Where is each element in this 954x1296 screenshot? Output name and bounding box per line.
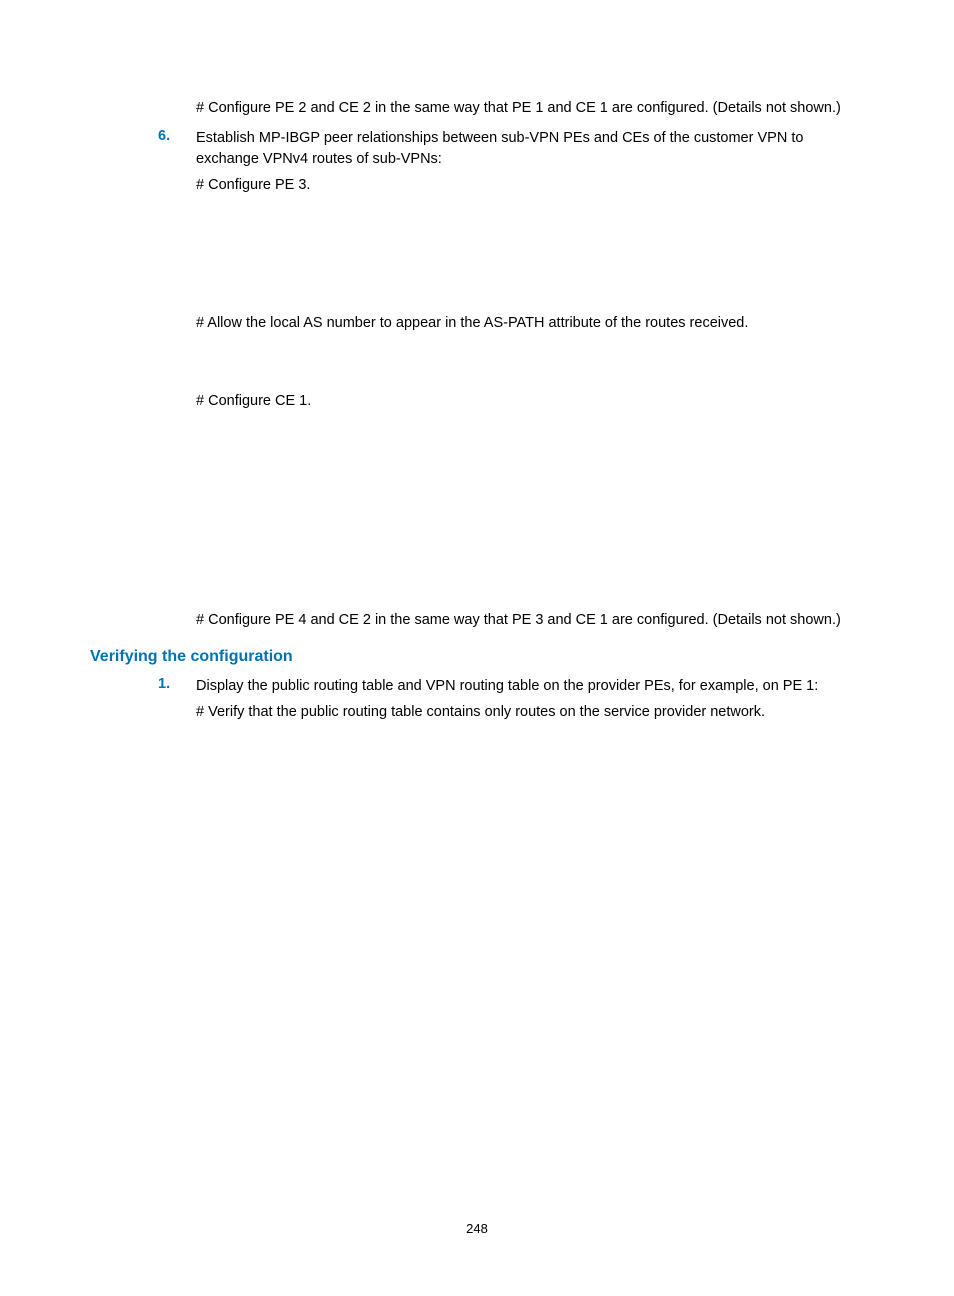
step-line: # Verify that the public routing table c…	[196, 702, 864, 722]
verify-step-1: 1. Display the public routing table and …	[90, 676, 864, 723]
page-number: 248	[0, 1221, 954, 1236]
spacer	[90, 333, 864, 391]
spacer	[90, 195, 864, 313]
paragraph: # Configure PE 2 and CE 2 in the same wa…	[196, 98, 864, 118]
step-line: # Configure PE 3.	[196, 175, 864, 195]
section-heading: Verifying the configuration	[90, 648, 864, 666]
step-intro: Establish MP-IBGP peer relationships bet…	[196, 128, 864, 169]
page-content: # Configure PE 2 and CE 2 in the same wa…	[0, 0, 954, 723]
step-intro: Display the public routing table and VPN…	[196, 676, 864, 696]
step-6: 6. Establish MP-IBGP peer relationships …	[90, 128, 864, 630]
step-line: # Configure PE 4 and CE 2 in the same wa…	[196, 610, 864, 630]
step-line: # Configure CE 1.	[196, 391, 864, 411]
step-number: 6.	[158, 128, 170, 144]
spacer	[90, 412, 864, 610]
step-number: 1.	[158, 676, 170, 692]
step-line: # Allow the local AS number to appear in…	[196, 313, 864, 333]
